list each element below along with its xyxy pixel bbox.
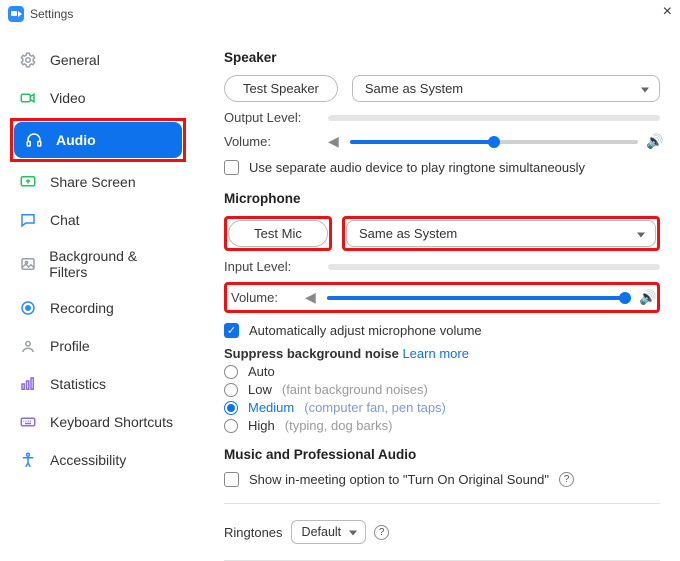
ringtone-value: Default [302, 525, 342, 539]
sidebar-item-share-screen[interactable]: Share Screen [8, 164, 184, 200]
help-icon[interactable]: ? [374, 525, 389, 540]
noise-low-hint: (faint background noises) [282, 382, 428, 397]
speaker-device-value: Same as System [365, 81, 463, 96]
output-level-label: Output Level: [224, 110, 314, 125]
speaker-volume-label: Volume: [224, 134, 314, 149]
separate-audio-device-label: Use separate audio device to play ringto… [249, 160, 585, 175]
sidebar-item-label: Keyboard Shortcuts [50, 414, 173, 430]
headphones-icon [24, 130, 44, 150]
input-level-label: Input Level: [224, 259, 314, 274]
sidebar-item-keyboard-shortcuts[interactable]: Keyboard Shortcuts [8, 404, 184, 440]
titlebar: Settings × [0, 0, 680, 24]
speaker-device-select[interactable]: Same as System [352, 75, 660, 102]
noise-medium-radio[interactable] [224, 401, 238, 415]
audio-settings-panel: Speaker Test Speaker Same as System Outp… [190, 24, 680, 561]
sidebar-item-label: Accessibility [50, 452, 126, 468]
share-screen-icon [18, 172, 38, 192]
mic-low-icon: ◀ [305, 289, 319, 306]
sidebar-item-label: Video [50, 90, 86, 106]
background-icon [18, 254, 37, 274]
sidebar-item-label: Background & Filters [49, 248, 174, 280]
auto-adjust-mic-label: Automatically adjust microphone volume [249, 323, 482, 338]
divider [224, 503, 660, 504]
test-mic-button[interactable]: Test Mic [228, 220, 328, 247]
sidebar-item-profile[interactable]: Profile [8, 328, 184, 364]
sidebar-item-label: General [50, 52, 100, 68]
sidebar-item-recording[interactable]: Recording [8, 290, 184, 326]
sidebar-item-background-filters[interactable]: Background & Filters [8, 240, 184, 288]
mic-high-icon: 🔊 [639, 289, 653, 306]
mic-volume-label: Volume: [231, 290, 291, 305]
ringtones-label: Ringtones [224, 525, 283, 540]
noise-auto-label: Auto [248, 364, 275, 379]
sidebar-item-label: Share Screen [50, 174, 136, 190]
noise-low-radio[interactable] [224, 383, 238, 397]
sidebar-item-label: Recording [50, 300, 114, 316]
gear-icon [18, 50, 38, 70]
original-sound-checkbox[interactable] [224, 472, 239, 487]
help-icon[interactable]: ? [559, 472, 574, 487]
noise-heading: Suppress background noise [224, 346, 399, 361]
accessibility-icon [18, 450, 38, 470]
noise-high-hint: (typing, dog barks) [285, 418, 393, 433]
speaker-high-icon: 🔊 [646, 133, 660, 150]
mic-input-level-meter [328, 264, 660, 270]
noise-learn-more-link[interactable]: Learn more [402, 346, 468, 361]
statistics-icon [18, 374, 38, 394]
ringtone-select[interactable]: Default [291, 520, 367, 544]
noise-medium-label: Medium [248, 400, 294, 415]
close-icon[interactable]: × [663, 4, 672, 20]
original-sound-label: Show in-meeting option to "Turn On Origi… [249, 472, 549, 487]
keyboard-icon [18, 412, 38, 432]
video-icon [18, 88, 38, 108]
sidebar-item-label: Audio [56, 132, 96, 148]
sidebar-item-statistics[interactable]: Statistics [8, 366, 184, 402]
noise-low-label: Low [248, 382, 272, 397]
sidebar-item-video[interactable]: Video [8, 80, 184, 116]
speaker-volume-slider[interactable] [350, 140, 638, 144]
mic-volume-slider[interactable] [327, 296, 631, 300]
sidebar-item-general[interactable]: General [8, 42, 184, 78]
record-icon [18, 298, 38, 318]
sidebar: General Video Audio Share Screen [0, 24, 190, 561]
mic-device-select[interactable]: Same as System [346, 220, 656, 247]
noise-medium-hint: (computer fan, pen taps) [304, 400, 446, 415]
noise-high-radio[interactable] [224, 419, 238, 433]
mic-device-value: Same as System [359, 226, 457, 241]
sidebar-item-label: Chat [50, 212, 80, 228]
pro-audio-heading: Music and Professional Audio [224, 447, 660, 462]
speaker-heading: Speaker [224, 50, 660, 65]
microphone-heading: Microphone [224, 191, 660, 206]
speaker-output-level-meter [328, 115, 660, 121]
noise-high-label: High [248, 418, 275, 433]
sidebar-item-accessibility[interactable]: Accessibility [8, 442, 184, 478]
sidebar-item-chat[interactable]: Chat [8, 202, 184, 238]
app-icon [8, 6, 24, 22]
profile-icon [18, 336, 38, 356]
speaker-low-icon: ◀ [328, 133, 342, 150]
test-speaker-button[interactable]: Test Speaker [224, 75, 338, 102]
noise-auto-radio[interactable] [224, 365, 238, 379]
sidebar-item-audio[interactable]: Audio [14, 122, 182, 158]
sidebar-item-label: Statistics [50, 376, 106, 392]
auto-adjust-mic-checkbox[interactable]: ✓ [224, 323, 239, 338]
chat-icon [18, 210, 38, 230]
sidebar-item-label: Profile [50, 338, 90, 354]
separate-audio-device-checkbox[interactable] [224, 160, 239, 175]
window-title: Settings [30, 7, 73, 21]
